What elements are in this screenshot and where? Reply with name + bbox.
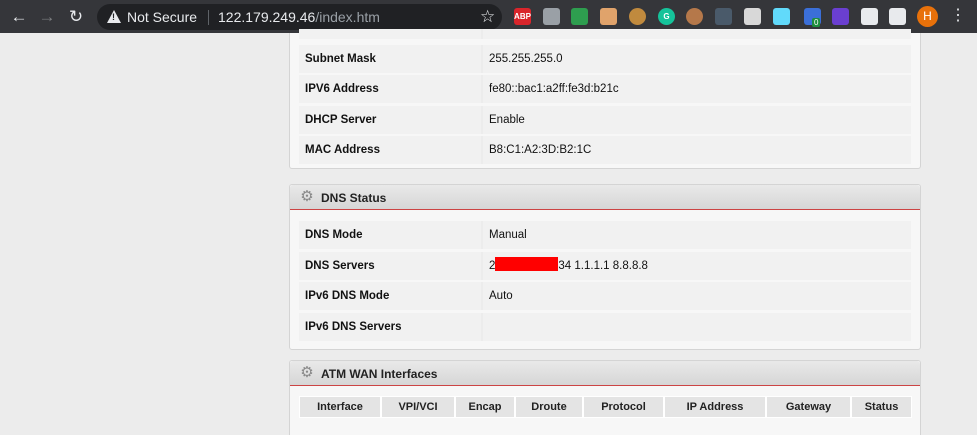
face-icon[interactable] (600, 8, 617, 25)
row-label: DHCP Server (299, 106, 481, 134)
grammarly-icon[interactable]: G (658, 8, 675, 25)
atm-wan-panel: ⚙ ATM WAN Interfaces Interface VPI/VCI E… (289, 360, 921, 435)
bookmark-star-icon[interactable]: ☆ (480, 7, 495, 27)
shield-green-icon[interactable] (571, 8, 588, 25)
column-header: Droute (515, 396, 583, 418)
cookie-icon[interactable] (629, 8, 646, 25)
panel-title: DNS Status (321, 191, 387, 205)
react-icon[interactable] (773, 8, 790, 25)
omnibox-divider (208, 10, 209, 25)
dns-status-panel: ⚙ DNS Status DNS Mode Manual DNS Servers… (289, 184, 921, 350)
column-header: Encap (455, 396, 515, 418)
row-label: DNS Mode (299, 221, 481, 249)
row-label (299, 29, 481, 39)
url-host: 122.179.249.46 (218, 9, 316, 25)
security-label[interactable]: Not Secure (127, 9, 197, 25)
table-row (299, 29, 911, 39)
gear-icon: ⚙ (300, 188, 314, 205)
column-header: IP Address (664, 396, 766, 418)
terminal-icon[interactable] (715, 8, 732, 25)
reload-icon[interactable]: ↻ (66, 7, 86, 27)
row-label: DNS Servers (299, 252, 481, 280)
row-value: Auto (483, 282, 911, 310)
row-value: Manual (483, 221, 911, 249)
table-row: IPv6 DNS Servers (299, 313, 911, 341)
table-row: Subnet Mask 255.255.255.0 (299, 45, 911, 73)
gear-icon: ⚙ (300, 364, 314, 381)
row-label: MAC Address (299, 136, 481, 164)
table-row: DNS Mode Manual (299, 221, 911, 249)
row-label: Subnet Mask (299, 45, 481, 73)
puzzle-icon[interactable] (889, 8, 906, 25)
table-row: IPV6 Address fe80::bac1:a2ff:fe3d:b21c (299, 75, 911, 103)
address-bar[interactable]: Not Secure 122.179.249.46/index.htm ☆ (97, 4, 502, 30)
table-row: DHCP Server Enable (299, 106, 911, 134)
row-value: fe80::bac1:a2ff:fe3d:b21c (483, 75, 911, 103)
profile-avatar[interactable]: H (917, 6, 938, 27)
url-text[interactable]: 122.179.249.46/index.htm (218, 9, 380, 25)
row-value: 255.255.255.0 (483, 45, 911, 73)
lan-status-panel: Subnet Mask 255.255.255.0 IPV6 Address f… (289, 29, 921, 169)
row-value (483, 29, 911, 39)
row-value: 2 34 1.1.1.1 8.8.8.8 (483, 252, 911, 280)
adblock-plus-icon[interactable]: ABP (514, 8, 531, 25)
redaction-bar (495, 257, 559, 271)
row-label: IPv6 DNS Mode (299, 282, 481, 310)
table-row: IPv6 DNS Mode Auto (299, 282, 911, 310)
panel-title: ATM WAN Interfaces (321, 367, 438, 381)
column-header: VPI/VCI (381, 396, 455, 418)
column-header: Gateway (766, 396, 851, 418)
panel-header: ⚙ ATM WAN Interfaces (290, 361, 920, 386)
forward-arrow-icon[interactable]: → (37, 7, 57, 27)
row-value (483, 313, 911, 341)
back-arrow-icon[interactable]: ← (9, 7, 29, 27)
table-row: MAC Address B8:C1:A2:3D:B2:1C (299, 136, 911, 164)
row-label: IPv6 DNS Servers (299, 313, 481, 341)
column-header: Protocol (583, 396, 664, 418)
camera-icon[interactable] (861, 8, 878, 25)
row-value: B8:C1:A2:3D:B2:1C (483, 136, 911, 164)
panel-header: ⚙ DNS Status (290, 185, 920, 210)
column-header: Interface (299, 396, 381, 418)
clipboard-icon[interactable] (744, 8, 761, 25)
left-sidebar-area (0, 33, 278, 435)
extension-gray-icon[interactable] (543, 8, 560, 25)
purple-gem-icon[interactable] (832, 8, 849, 25)
table-row: DNS Servers 2 34 1.1.1.1 8.8.8.8 (299, 252, 911, 280)
row-value: Enable (483, 106, 911, 134)
warning-icon (107, 10, 121, 23)
row-label: IPV6 Address (299, 75, 481, 103)
cookie-editor-icon[interactable] (686, 8, 703, 25)
extension-badge: 0 (812, 18, 821, 27)
kebab-menu-icon[interactable]: ⋮ (950, 6, 966, 26)
dns-server-suffix: 34 1.1.1.1 8.8.8.8 (558, 260, 648, 272)
url-path: /index.htm (315, 9, 380, 25)
column-header: Status (851, 396, 912, 418)
